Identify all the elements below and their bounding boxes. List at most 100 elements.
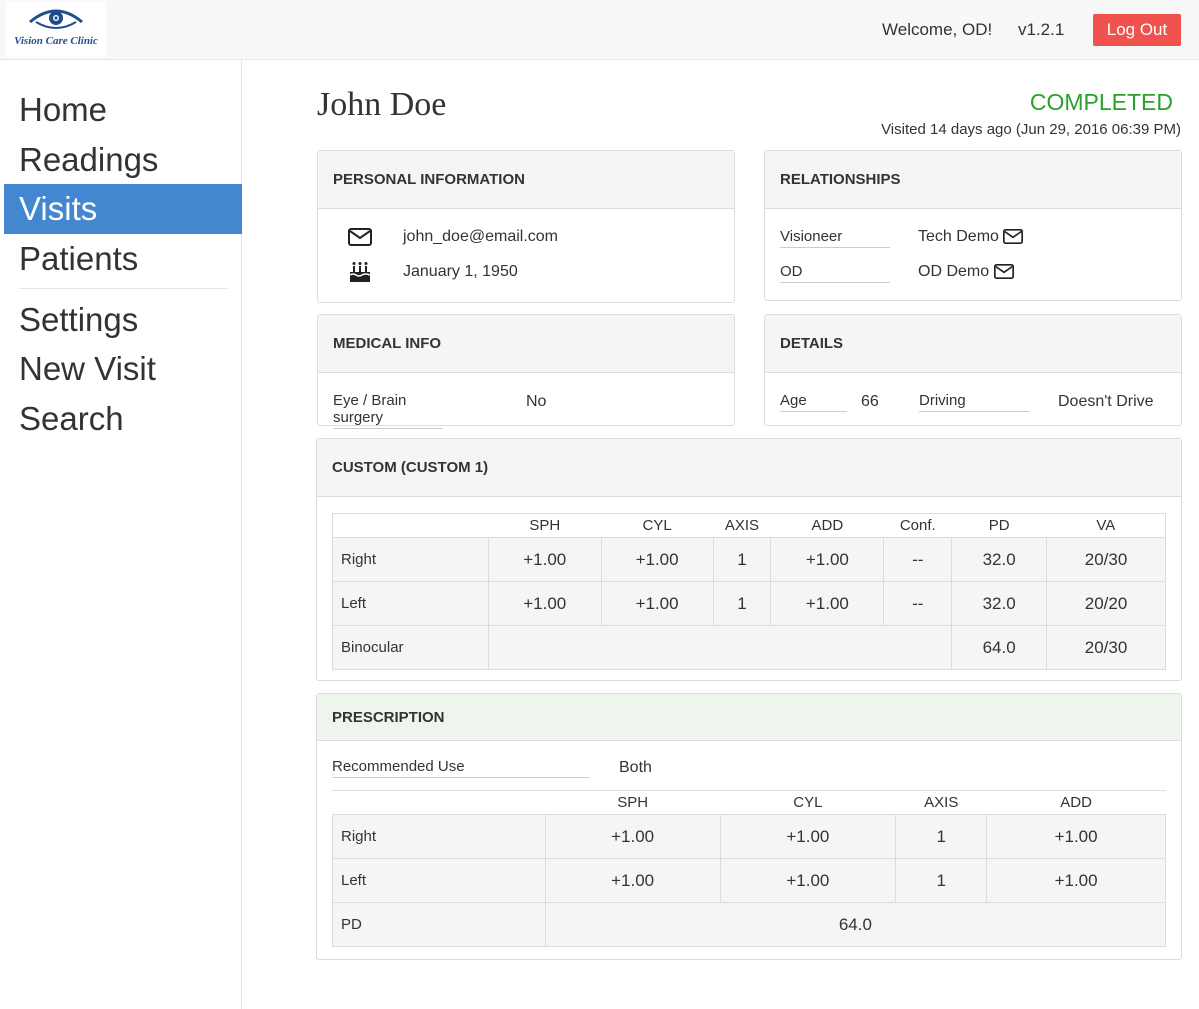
row-label: PD [332,902,546,947]
relationships-panel: RELATIONSHIPS Visioneer Tech Demo OD OD … [764,150,1182,301]
medical-info-panel: MEDICAL INFO Eye / Brain surgery No [317,314,735,429]
sidebar-item-readings[interactable]: Readings [4,135,242,185]
table-cell: 32.0 [951,581,1048,626]
email-value: john_doe@email.com [403,228,558,245]
sidebar: Home Readings Visits Patients Settings N… [0,60,242,1009]
table-cell: 64.0 [951,625,1048,670]
age-label: Age [780,392,847,412]
table-cell: 1 [712,581,772,626]
column-header: AXIS [895,790,987,815]
table-cell: 32.0 [951,537,1048,582]
relationship-label: OD [780,263,890,283]
sidebar-item-patients[interactable]: Patients [4,234,242,284]
table-row: Left +1.00 +1.00 1 +1.00 [332,858,1166,903]
column-header [332,513,489,538]
column-header [332,790,546,815]
table-cell [487,625,953,670]
table-row: Left +1.00 +1.00 1 +1.00 -- 32.0 20/20 [332,581,1166,626]
top-navbar: Vision Care Clinic Welcome, OD! v1.2.1 L… [0,0,1199,60]
column-header: ADD [770,513,884,538]
custom-readings-panel: CUSTOM (CUSTOM 1) SPH CYL AXIS ADD Conf.… [316,438,1182,681]
table-row: Right +1.00 +1.00 1 +1.00 -- 32.0 20/30 [332,537,1166,582]
birthday-value: January 1, 1950 [403,263,518,280]
table-cell: 1 [895,814,988,859]
details-panel: DETAILS Age 66 Driving Doesn't Drive [764,314,1182,426]
envelope-icon[interactable] [1003,229,1024,245]
table-row: Right +1.00 +1.00 1 +1.00 [332,814,1166,859]
table-cell: -- [883,581,953,626]
column-header: VA [1046,513,1166,538]
table-row: PD 64.0 [332,902,1167,947]
column-header: SPH [545,790,720,815]
custom-readings-table: SPH CYL AXIS ADD Conf. PD VA Right +1.00… [332,513,1166,670]
driving-value: Doesn't Drive [1058,393,1154,410]
sidebar-item-new-visit[interactable]: New Visit [4,344,242,394]
recommended-use-label: Recommended Use [332,758,590,778]
prescription-panel: PRESCRIPTION Recommended Use Both SPH CY… [316,693,1182,960]
table-cell: +1.00 [544,858,721,903]
envelope-icon [348,228,372,246]
status-badge: COMPLETED [1029,89,1173,115]
row-label: Left [332,581,489,626]
version-label: v1.2.1 [1018,20,1065,39]
medical-value: No [526,393,547,410]
table-cell: +1.00 [770,537,885,582]
birthday-cake-icon [348,260,372,284]
clinic-logo[interactable]: Vision Care Clinic [6,2,106,57]
column-header: AXIS [713,513,771,538]
eye-logo-icon [29,9,83,29]
table-header-row: SPH CYL AXIS ADD Conf. PD VA [332,513,1166,538]
table-row: Binocular 64.0 20/30 [332,625,1166,670]
table-cell: +1.00 [487,581,602,626]
sidebar-divider [19,288,227,289]
column-header: SPH [488,513,602,538]
row-label: Right [332,537,489,582]
sidebar-item-settings[interactable]: Settings [4,295,242,345]
table-cell: 1 [895,858,988,903]
panel-title: RELATIONSHIPS [765,151,1181,209]
table-cell: +1.00 [719,858,897,903]
table-cell: +1.00 [719,814,897,859]
table-cell: 20/20 [1046,581,1166,626]
relationship-value[interactable]: Tech Demo [918,228,1024,246]
table-cell: 20/30 [1046,625,1166,670]
page-title: John Doe [317,86,447,123]
panel-title: CUSTOM (CUSTOM 1) [317,439,1181,497]
relationship-label: Visioneer [780,228,890,248]
visited-timestamp: Visited 14 days ago (Jun 29, 2016 06:39 … [881,121,1181,138]
table-cell: +1.00 [600,581,714,626]
row-label: Binocular [332,625,489,670]
row-label: Right [332,814,546,859]
medical-label: Eye / Brain surgery [333,392,443,429]
table-cell: -- [883,537,953,582]
table-cell: +1.00 [770,581,885,626]
relationship-name: Tech Demo [918,228,999,245]
table-cell: 20/30 [1046,537,1166,582]
panel-title: MEDICAL INFO [318,315,734,373]
panel-title: PERSONAL INFORMATION [318,151,734,209]
sidebar-item-home[interactable]: Home [4,85,242,135]
recommended-use-value: Both [619,759,652,776]
relationship-value[interactable]: OD Demo [918,263,1014,281]
envelope-icon[interactable] [993,264,1014,280]
relationship-name: OD Demo [918,263,990,280]
table-cell: 64.0 [544,902,1167,947]
sidebar-item-search[interactable]: Search [4,394,242,444]
table-cell: +1.00 [986,858,1166,903]
age-value: 66 [861,393,879,410]
table-cell: +1.00 [986,814,1166,859]
table-cell: 1 [712,537,772,582]
personal-info-panel: PERSONAL INFORMATION john_doe@email.com … [317,150,735,303]
table-cell: +1.00 [487,537,602,582]
panel-title: PRESCRIPTION [317,694,1181,741]
table-header-row: SPH CYL AXIS ADD [332,790,1166,815]
table-cell: +1.00 [600,537,714,582]
column-header: CYL [720,790,896,815]
column-header: ADD [986,790,1166,815]
table-cell: +1.00 [544,814,721,859]
driving-label: Driving [919,392,1029,412]
welcome-text: Welcome, OD! [882,20,993,39]
sidebar-item-visits[interactable]: Visits [4,184,242,234]
logout-button[interactable]: Log Out [1093,14,1181,46]
prescription-table: SPH CYL AXIS ADD Right +1.00 +1.00 1 +1.… [332,790,1167,947]
